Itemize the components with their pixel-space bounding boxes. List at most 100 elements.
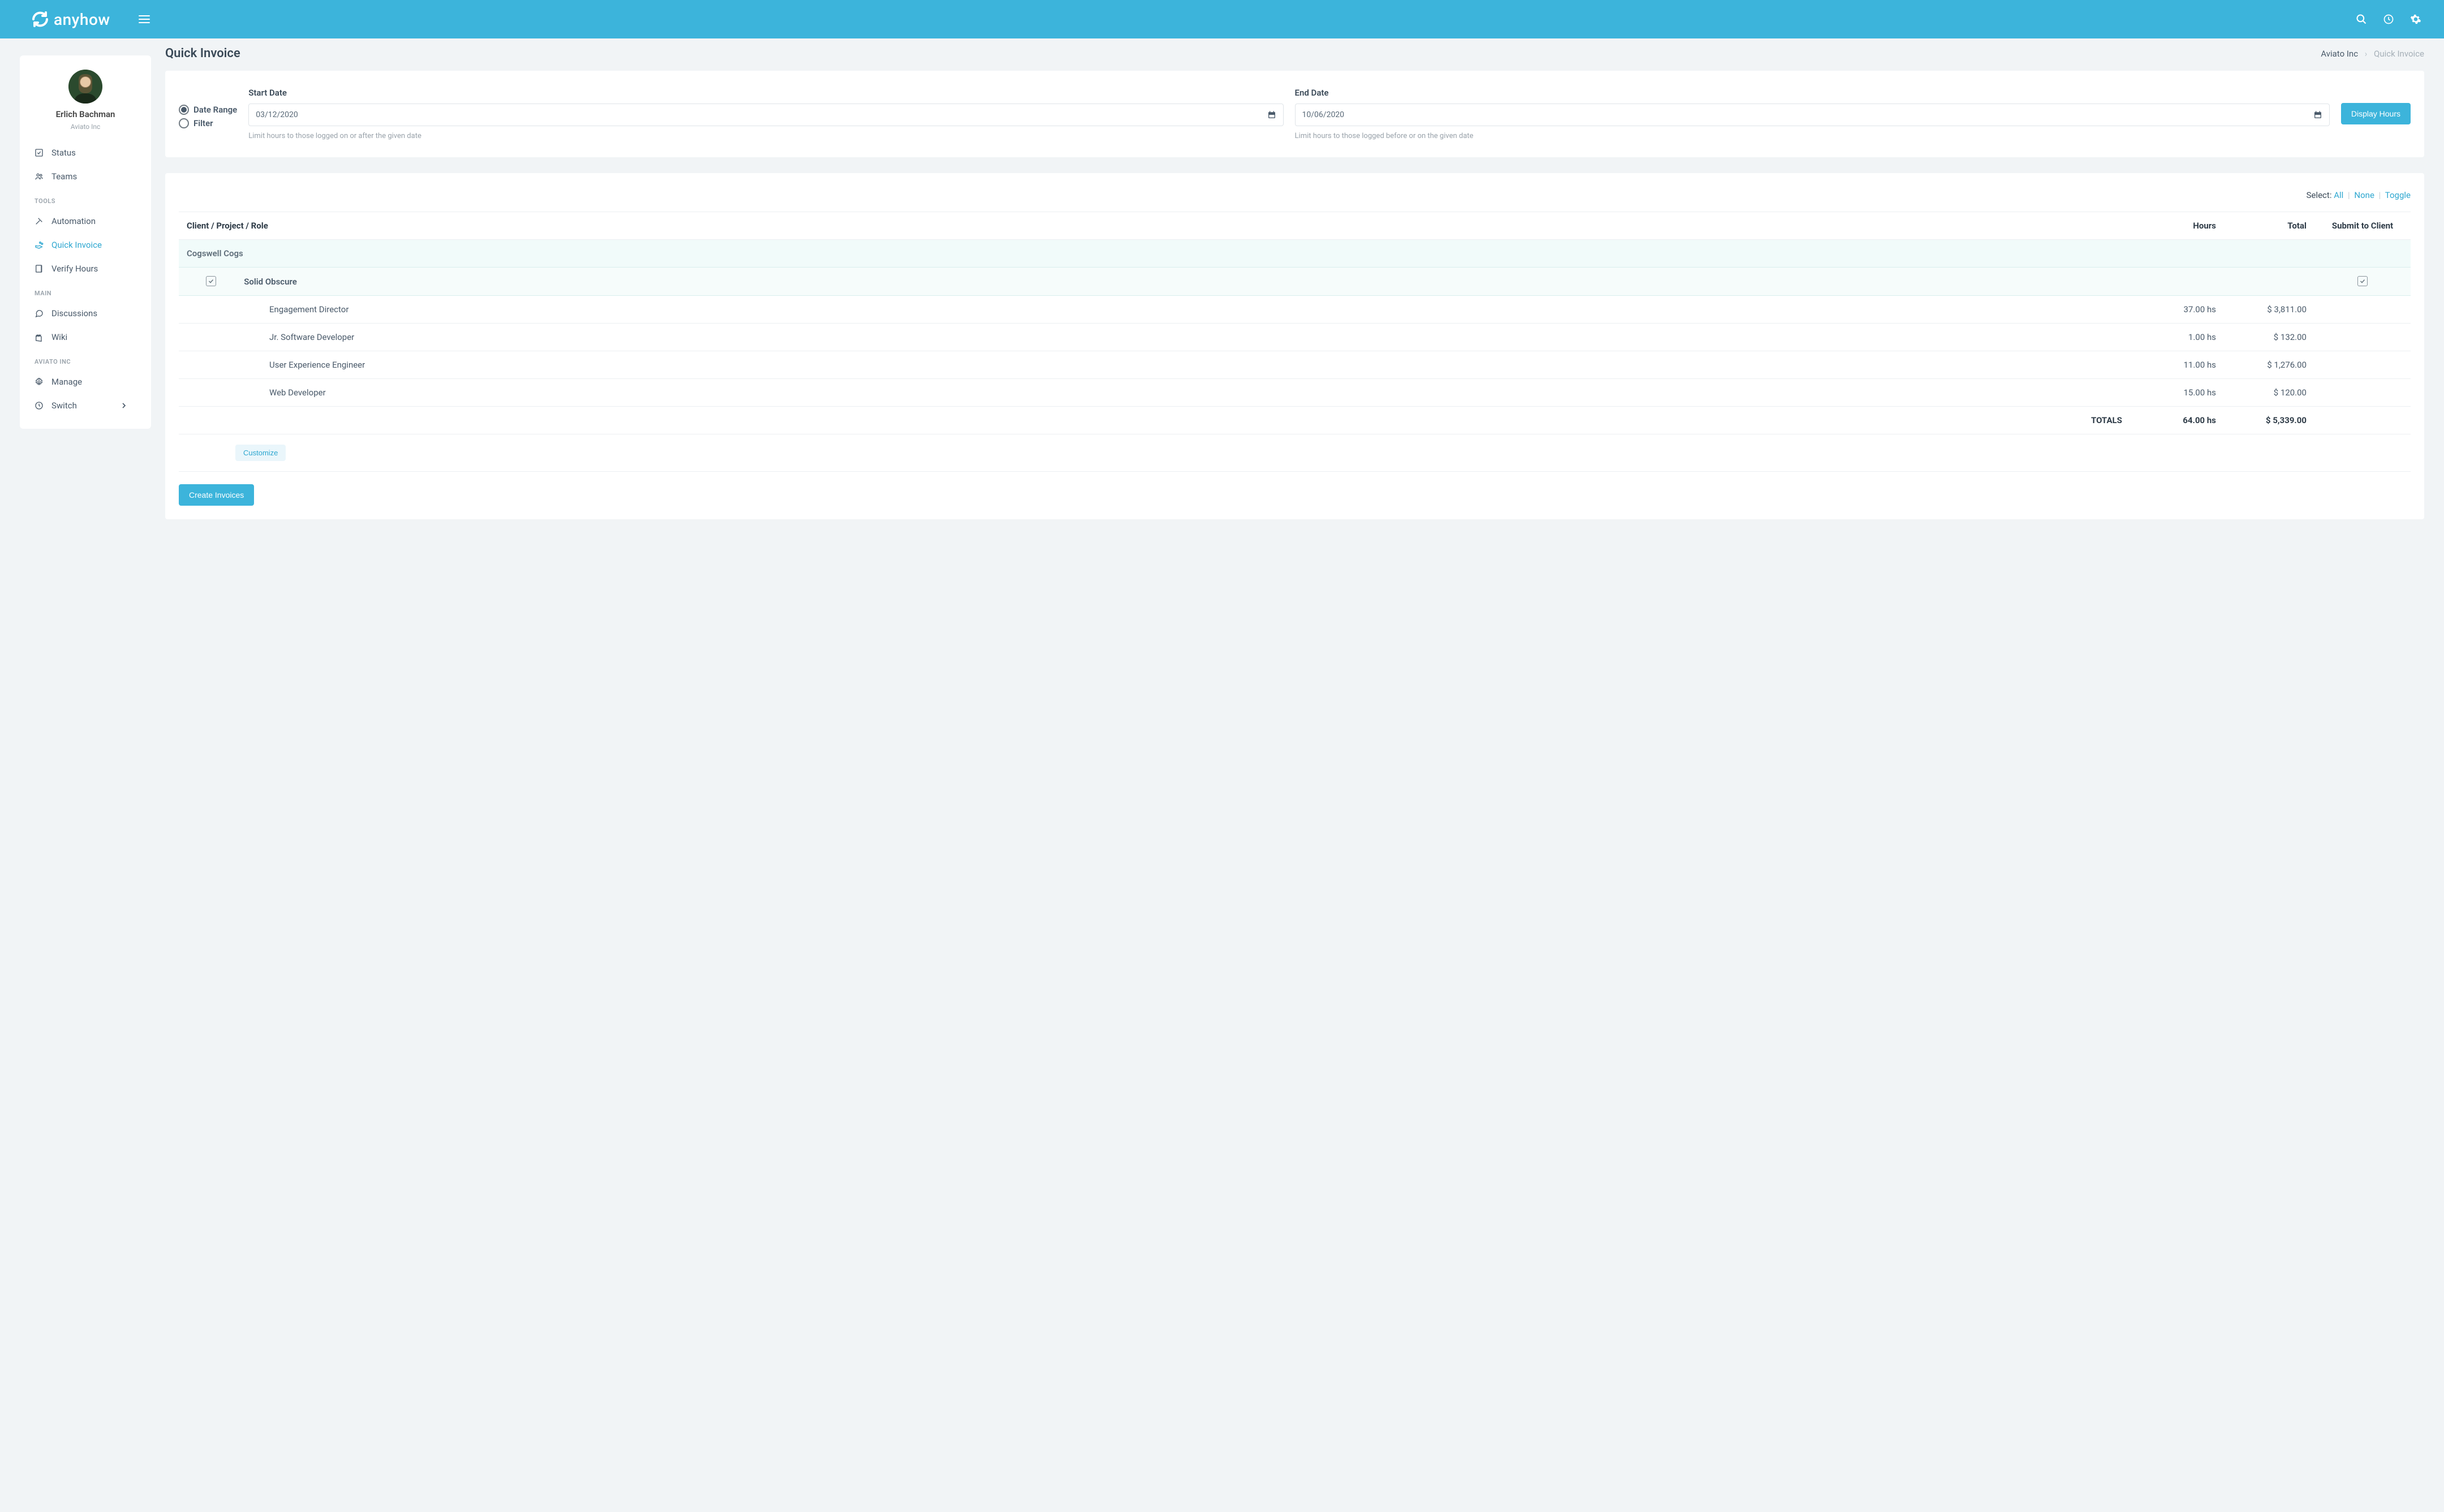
select-all-link[interactable]: All [2334,190,2343,200]
create-invoices-button[interactable]: Create Invoices [179,484,254,506]
invoice-table: Client / Project / Role Hours Total Subm… [179,212,2411,472]
radio-icon [179,105,189,115]
role-total: $ 3,811.00 [2224,296,2314,324]
col-total: Total [2224,212,2314,240]
nav-label: Teams [51,171,77,182]
hand-coins-icon [35,240,44,249]
project-name: Solid Obscure [244,277,297,287]
separator: | [2348,190,2350,200]
topbar: anyhow [0,0,2444,38]
customize-button[interactable]: Customize [235,445,286,461]
nav-label: Switch [51,400,77,411]
chevron-right-icon [119,401,128,410]
user-org: Aviato Inc [20,123,151,131]
brand-logo[interactable]: anyhow [31,10,110,29]
nav-section-main: MAIN [20,281,151,301]
end-date-help: Limit hours to those logged before or on… [1295,132,2330,140]
breadcrumb-current: Quick Invoice [2374,49,2424,59]
radio-label: Date Range [193,105,237,115]
nav-label: Discussions [51,308,97,318]
nav-label: Wiki [51,332,67,342]
start-date-help: Limit hours to those logged on or after … [248,132,1283,140]
check-square-icon [35,148,44,157]
page-title: Quick Invoice [165,46,240,61]
radio-date-range[interactable]: Date Range [179,105,237,115]
filter-card: Date Range Filter Start Date 03/12/2020 … [165,71,2424,157]
chevron-right-icon: › [2365,49,2368,59]
brand-name: anyhow [54,10,110,29]
radio-label: Filter [193,118,213,128]
settings-icon[interactable] [2410,14,2421,25]
project-select-checkbox[interactable] [206,276,216,286]
project-row: Solid Obscure [179,268,2411,296]
role-row: User Experience Engineer 11.00 hs $ 1,27… [179,351,2411,379]
invoice-table-card: Select: All | None | Toggle Client / Pro… [165,173,2424,519]
search-icon[interactable] [2356,14,2367,25]
role-hours: 1.00 hs [2145,324,2224,351]
role-name: Engagement Director [179,296,2145,324]
chat-icon [35,309,44,318]
breadcrumb-org[interactable]: Aviato Inc [2321,49,2358,59]
col-submit: Submit to Client [2314,212,2411,240]
role-total: $ 132.00 [2224,324,2314,351]
col-hours: Hours [2145,212,2224,240]
nav-manage[interactable]: Manage [20,370,151,394]
role-row: Web Developer 15.00 hs $ 120.00 [179,379,2411,407]
display-hours-button[interactable]: Display Hours [2341,103,2411,124]
users-icon [35,172,44,181]
radio-icon [179,118,189,128]
col-client: Client / Project / Role [179,212,2145,240]
customize-row: Customize [179,434,2411,472]
role-name: User Experience Engineer [179,351,2145,379]
nav-switch[interactable]: Switch [20,394,151,417]
select-none-link[interactable]: None [2354,190,2374,200]
totals-label: TOTALS [179,407,2145,434]
totals-hours: 64.00 hs [2145,407,2224,434]
totals-total: $ 5,339.00 [2224,407,2314,434]
logo-icon [31,10,49,28]
end-date-value: 10/06/2020 [1302,110,1345,119]
totals-row: TOTALS 64.00 hs $ 5,339.00 [179,407,2411,434]
history-icon[interactable] [2383,14,2394,25]
role-row: Jr. Software Developer 1.00 hs $ 132.00 [179,324,2411,351]
role-total: $ 120.00 [2224,379,2314,407]
role-name: Web Developer [179,379,2145,407]
nav-label: Verify Hours [51,264,98,274]
nav-section-tools: TOOLS [20,188,151,209]
document-icon [35,264,44,273]
nav-label: Status [51,148,76,158]
nav-teams[interactable]: Teams [20,165,151,188]
castle-icon [35,333,44,342]
sidebar: Erlich Bachman Aviato Inc Status Teams T… [20,55,151,429]
nav-section-org: AVIATO INC [20,349,151,370]
clock-icon [35,401,44,410]
calendar-icon [2313,110,2322,119]
radio-filter[interactable]: Filter [179,118,237,128]
user-avatar[interactable] [68,70,102,104]
role-total: $ 1,276.00 [2224,351,2314,379]
select-label: Select: [2307,190,2332,200]
menu-toggle[interactable] [139,13,150,25]
select-toggle-link[interactable]: Toggle [2385,190,2411,200]
role-hours: 15.00 hs [2145,379,2224,407]
nav-status[interactable]: Status [20,141,151,165]
user-name: Erlich Bachman [20,109,151,119]
tools-icon [35,217,44,226]
nav-label: Quick Invoice [51,240,102,250]
nav-wiki[interactable]: Wiki [20,325,151,349]
role-hours: 11.00 hs [2145,351,2224,379]
separator: | [2379,190,2381,200]
nav-verify-hours[interactable]: Verify Hours [20,257,151,281]
client-row: Cogswell Cogs [179,240,2411,268]
start-date-value: 03/12/2020 [256,110,298,119]
end-date-input[interactable]: 10/06/2020 [1295,104,2330,126]
end-date-label: End Date [1295,88,2330,98]
nav-automation[interactable]: Automation [20,209,151,233]
role-row: Engagement Director 37.00 hs $ 3,811.00 [179,296,2411,324]
nav-quick-invoice[interactable]: Quick Invoice [20,233,151,257]
start-date-input[interactable]: 03/12/2020 [248,104,1283,126]
nav-discussions[interactable]: Discussions [20,301,151,325]
gear-icon [35,377,44,386]
nav-label: Automation [51,216,96,226]
submit-checkbox[interactable] [2357,276,2368,286]
